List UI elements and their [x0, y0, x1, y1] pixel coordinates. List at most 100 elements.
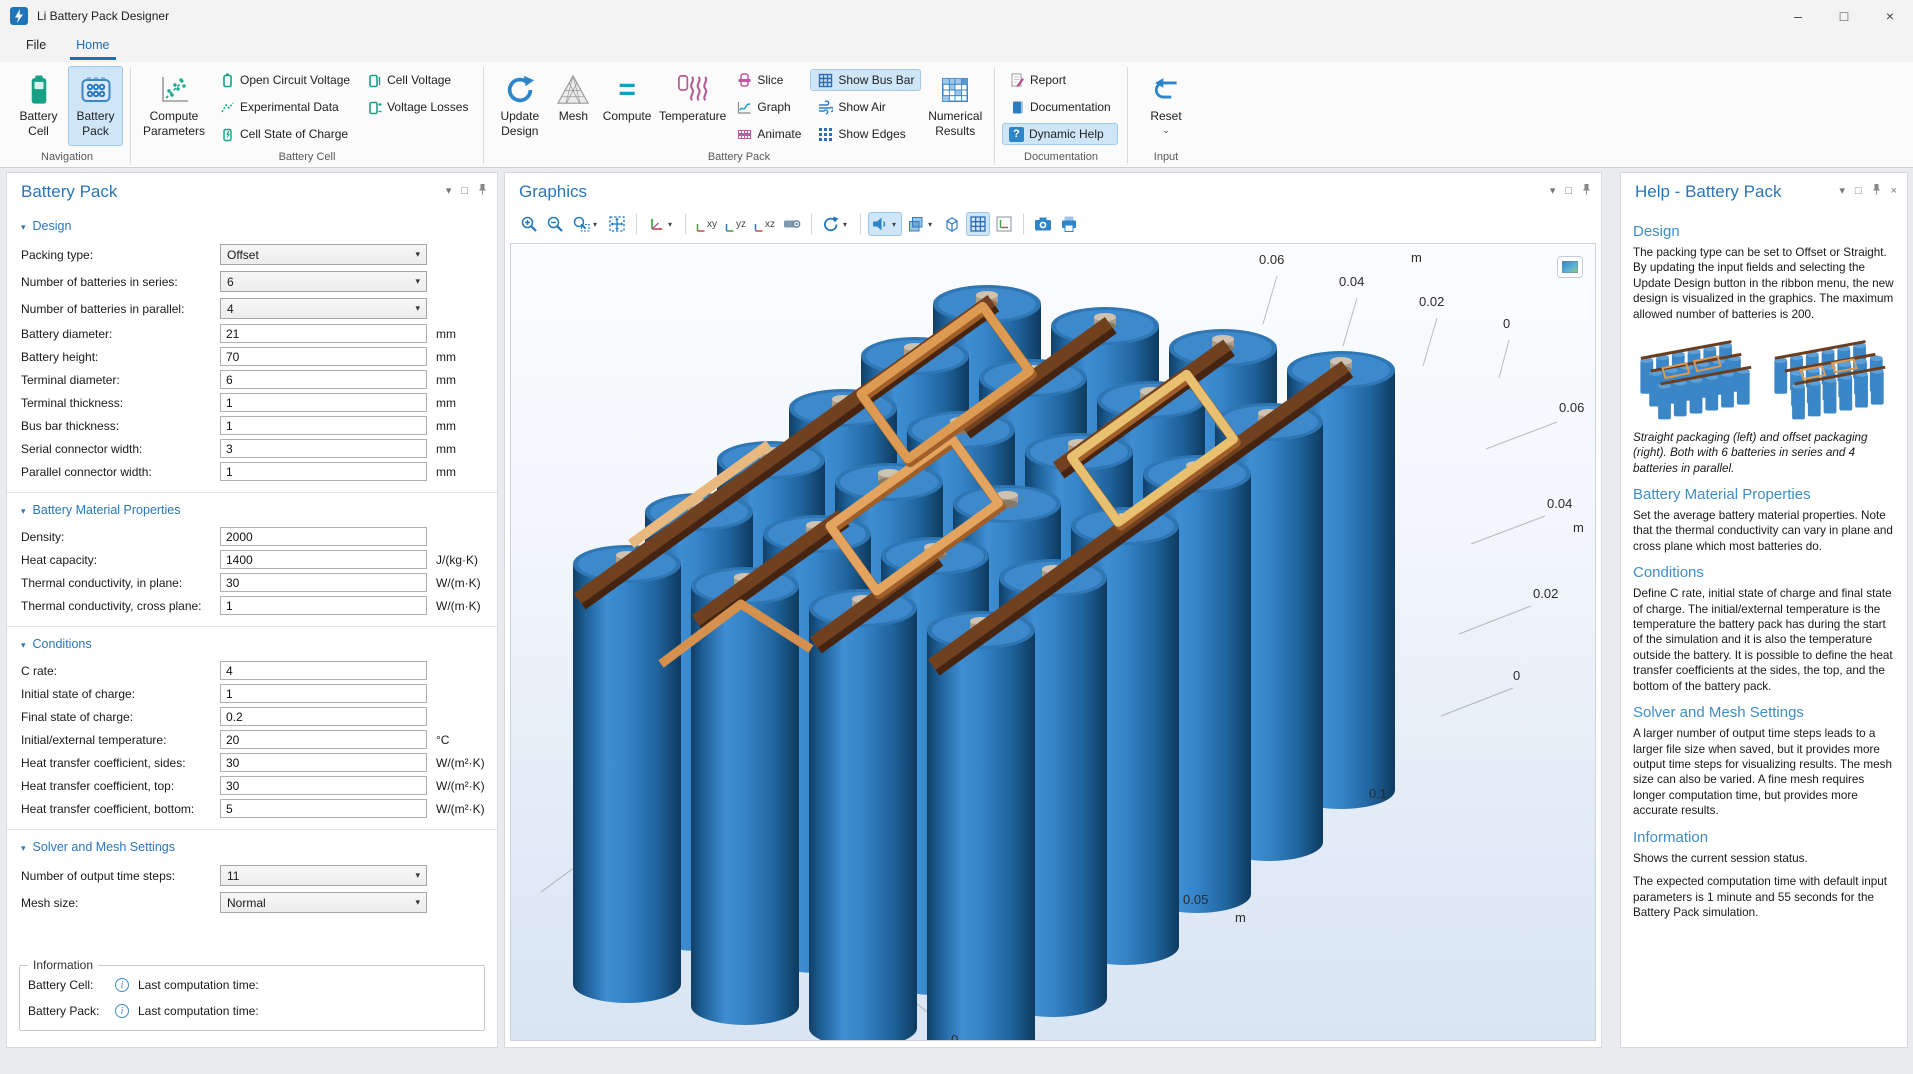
image-snapshot-button[interactable]	[1031, 212, 1055, 236]
3d-graphics-canvas[interactable]: 0.06 0.04 0.02 0 m 0.06 0.04 m 0.02 0 0.…	[510, 243, 1596, 1041]
show-air-button[interactable]: Show Air	[810, 96, 921, 118]
density-input[interactable]	[220, 527, 427, 546]
print-button[interactable]	[1057, 212, 1081, 236]
slice-button[interactable]: Slice	[729, 69, 808, 91]
section-solver-and-mesh-settings[interactable]: ▾Solver and Mesh Settings	[7, 830, 497, 862]
projection-button[interactable]	[780, 212, 804, 236]
numerical-results-button[interactable]: Numerical Results	[923, 66, 987, 146]
scene-light-button[interactable]: ▾	[868, 212, 902, 236]
initial-state-of-charge-input[interactable]	[220, 684, 427, 703]
zoom-in-button[interactable]	[517, 212, 541, 236]
packing-type-select[interactable]: Offset▾	[220, 244, 427, 265]
show-grid-button[interactable]	[966, 212, 990, 236]
batteries-in-series-select[interactable]: 6▾	[220, 271, 427, 292]
ribbon-group-documentation: Report Documentation ? Dynamic Help Docu…	[997, 64, 1125, 167]
tab-home[interactable]: Home	[74, 34, 111, 60]
field-row: Parallel connector width: mm	[7, 460, 497, 483]
compute-parameters-button[interactable]: Compute Parameters	[138, 66, 210, 146]
panel-float-icon[interactable]: □	[1855, 185, 1862, 197]
show-axis-button[interactable]	[992, 212, 1016, 236]
minimize-button[interactable]: –	[1775, 0, 1821, 32]
go-to-yz-view-button[interactable]: yz	[722, 212, 749, 236]
tab-file[interactable]: File	[24, 34, 48, 60]
zoom-box-button[interactable]: ▾	[569, 212, 603, 236]
panel-close-icon[interactable]: ×	[1891, 185, 1897, 197]
chevron-down-icon[interactable]: ▾	[889, 220, 899, 229]
experimental-data-button[interactable]: Experimental Data	[212, 96, 357, 118]
temperature-button[interactable]: Temperature	[658, 66, 728, 146]
dynamic-help-button[interactable]: ? Dynamic Help	[1002, 123, 1118, 145]
c-rate-input[interactable]	[220, 661, 427, 680]
close-button[interactable]: ×	[1867, 0, 1913, 32]
panel-pin-icon[interactable]	[1872, 183, 1881, 198]
voltage-losses-button[interactable]: Voltage Losses	[359, 96, 475, 118]
graph-button[interactable]: Graph	[729, 96, 808, 118]
go-to-xz-view-button[interactable]: xz	[751, 212, 778, 236]
zoom-out-button[interactable]	[543, 212, 567, 236]
show-edges-button[interactable]: Show Edges	[810, 123, 921, 145]
panel-menu-icon[interactable]: ▾	[1839, 184, 1845, 197]
axis-unit-label: m	[1235, 910, 1246, 925]
group-label-input: Input	[1130, 149, 1202, 167]
go-to-xy-view-button[interactable]: xy	[693, 212, 720, 236]
animate-button[interactable]: Animate	[729, 123, 808, 145]
parallel-connector-width-input[interactable]	[220, 462, 427, 481]
panel-pin-icon[interactable]	[478, 183, 487, 198]
terminal-diameter-input[interactable]	[220, 370, 427, 389]
chevron-down-icon[interactable]: ▾	[840, 220, 850, 229]
battery-diameter-input[interactable]	[220, 324, 427, 343]
open-circuit-voltage-button[interactable]: Open Circuit Voltage	[212, 69, 357, 91]
compute-button[interactable]: = Compute	[598, 66, 656, 146]
section-conditions[interactable]: ▾Conditions	[7, 627, 497, 659]
mesh-icon	[556, 71, 590, 109]
show-bus-bar-button[interactable]: Show Bus Bar	[810, 69, 921, 91]
chevron-down-icon[interactable]: ▾	[665, 220, 675, 229]
chevron-down-icon[interactable]: ▾	[590, 220, 600, 229]
heat-capacity-input[interactable]	[220, 550, 427, 569]
panel-menu-icon[interactable]: ▾	[446, 184, 452, 197]
mesh-button[interactable]: Mesh	[551, 66, 597, 146]
panel-menu-icon[interactable]: ▾	[1550, 184, 1556, 197]
heat-transfer-top-input[interactable]	[220, 776, 427, 795]
thermal-conductivity-cross-plane-input[interactable]	[220, 596, 427, 615]
documentation-button[interactable]: Documentation	[1002, 96, 1118, 118]
final-state-of-charge-input[interactable]	[220, 707, 427, 726]
battery-pack-button[interactable]: Battery Pack	[68, 66, 123, 146]
battery-cell-button[interactable]: Battery Cell	[11, 66, 66, 146]
field-label: Terminal thickness:	[21, 396, 220, 410]
panel-float-icon[interactable]: □	[461, 185, 468, 197]
section-design[interactable]: ▾Design	[7, 209, 497, 241]
cell-state-of-charge-button[interactable]: Cell State of Charge	[212, 123, 357, 145]
initial-external-temperature-input[interactable]	[220, 730, 427, 749]
thermal-conductivity-in-plane-input[interactable]	[220, 573, 427, 592]
panel-pin-icon[interactable]	[1582, 183, 1591, 198]
rotate-button[interactable]: ▾	[819, 212, 853, 236]
reset-button[interactable]: Reset ⌄	[1137, 66, 1195, 146]
dynamic-help-icon: ?	[1009, 127, 1024, 142]
section-battery-material-properties[interactable]: ▾Battery Material Properties	[7, 493, 497, 525]
transparency-button[interactable]: ▾	[904, 212, 938, 236]
report-button[interactable]: Report	[1002, 69, 1118, 91]
battery-pack-panel-title: Battery Pack ▾ □	[7, 173, 497, 209]
bus-bar-thickness-input[interactable]	[220, 416, 427, 435]
terminal-thickness-input[interactable]	[220, 393, 427, 412]
transparency-icon	[907, 215, 925, 233]
go-to-default-view-button[interactable]: ▾	[644, 212, 678, 236]
update-design-button[interactable]: Update Design	[491, 66, 549, 146]
wireframe-button[interactable]	[940, 212, 964, 236]
heat-transfer-sides-input[interactable]	[220, 753, 427, 772]
scene-settings-button[interactable]	[1557, 256, 1583, 278]
heat-transfer-bottom-input[interactable]	[220, 799, 427, 818]
field-label: C rate:	[21, 664, 220, 678]
battery-height-input[interactable]	[220, 347, 427, 366]
batteries-in-parallel-select[interactable]: 4▾	[220, 298, 427, 319]
panel-float-icon[interactable]: □	[1565, 185, 1572, 197]
mesh-size-select[interactable]: Normal▾	[220, 892, 427, 913]
reset-chevron-icon[interactable]: ⌄	[1162, 125, 1170, 136]
chevron-down-icon[interactable]: ▾	[925, 220, 935, 229]
cell-voltage-button[interactable]: Cell Voltage	[359, 69, 475, 91]
output-time-steps-select[interactable]: 11▾	[220, 865, 427, 886]
serial-connector-width-input[interactable]	[220, 439, 427, 458]
zoom-extents-button[interactable]	[605, 212, 629, 236]
maximize-button[interactable]: □	[1821, 0, 1867, 32]
